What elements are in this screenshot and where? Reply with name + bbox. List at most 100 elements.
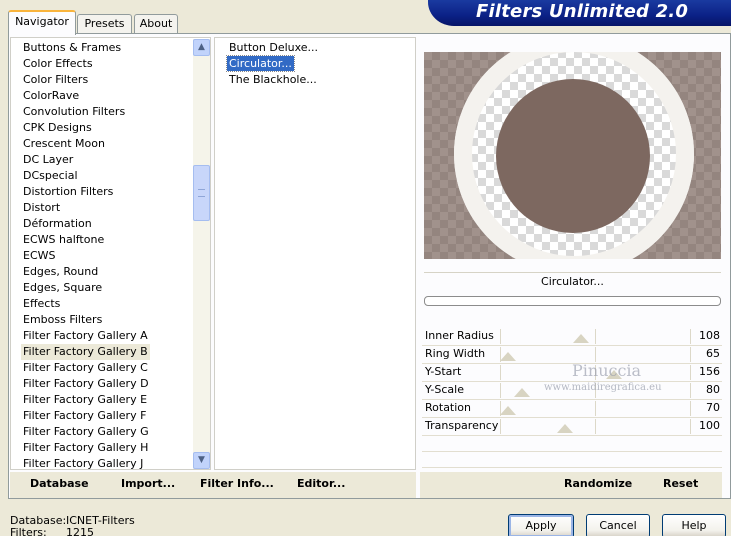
divider [424, 272, 721, 273]
slider-tick [595, 347, 596, 362]
category-item[interactable]: CPK Designs [21, 120, 94, 136]
category-item[interactable]: Emboss Filters [21, 312, 104, 328]
slider-value: 100 [699, 419, 720, 432]
tab-about[interactable]: About [134, 14, 178, 34]
import-button[interactable]: Import... [121, 477, 175, 491]
filter-item[interactable]: Circulator... [226, 55, 295, 72]
filter-item[interactable]: Button Deluxe... [227, 40, 320, 55]
apply-button[interactable]: Apply [508, 514, 574, 536]
slider-value: 156 [699, 365, 720, 378]
slider-tick [595, 329, 596, 344]
preview-image [424, 52, 721, 259]
database-button[interactable]: Database [30, 477, 89, 491]
category-item[interactable]: Filter Factory Gallery J [21, 456, 145, 469]
empty-slider-row [422, 452, 722, 468]
category-item[interactable]: Filter Factory Gallery E [21, 392, 149, 408]
chevron-down-icon: ▼ [198, 455, 205, 465]
reset-button[interactable]: Reset [663, 477, 698, 491]
slider-label: Y-Scale [425, 383, 464, 396]
filters-label: Filters: [10, 526, 47, 536]
category-item[interactable]: ECWS halftone [21, 232, 106, 248]
slider-value: 70 [706, 401, 720, 414]
category-item[interactable]: Filter Factory Gallery D [21, 376, 151, 392]
slider-tick [690, 383, 691, 398]
chevron-up-icon: ▲ [198, 42, 205, 52]
category-item[interactable]: Color Filters [21, 72, 90, 88]
slider-tick [500, 419, 501, 434]
slider-row[interactable]: Transparency 100 [422, 418, 722, 436]
slider-tick [500, 329, 501, 344]
category-scrollbar[interactable]: ▲ ▼ [193, 39, 210, 469]
slider-label: Y-Start [425, 365, 462, 378]
slider-thumb[interactable] [573, 334, 589, 343]
empty-slider-row [422, 436, 722, 452]
slider-tick [690, 419, 691, 434]
watermark-name: Pinuccia [572, 361, 642, 380]
category-list[interactable]: Buttons & Frames Color Effects Color Filte… [10, 37, 211, 470]
category-item[interactable]: Filter Factory Gallery G [21, 424, 151, 440]
category-item[interactable]: Distortion Filters [21, 184, 115, 200]
filter-list[interactable]: Button Deluxe... Circulator... The Blackho… [214, 37, 416, 470]
category-item[interactable]: Buttons & Frames [21, 40, 123, 56]
status-area: Database:ICNET-Filters Filters: 1215 [10, 515, 135, 536]
app-title: Filters Unlimited 2.0 [476, 1, 689, 22]
slider-tick [595, 419, 596, 434]
slider-thumb[interactable] [514, 388, 530, 397]
slider-tick [690, 329, 691, 344]
editor-button[interactable]: Editor... [297, 477, 345, 491]
tab-navigator[interactable]: Navigator [8, 10, 76, 35]
category-item[interactable]: Distort [21, 200, 62, 216]
filter-info-button[interactable]: Filter Info... [200, 477, 274, 491]
category-item[interactable]: ColorRave [21, 88, 81, 104]
filter-item[interactable]: The Blackhole... [227, 72, 319, 87]
slider-tick [690, 365, 691, 380]
preview-disc [496, 79, 650, 233]
randomize-button[interactable]: Randomize [564, 477, 632, 491]
category-item[interactable]: Convolution Filters [21, 104, 127, 120]
slider-track[interactable] [500, 418, 691, 435]
slider-thumb[interactable] [500, 406, 516, 415]
category-item[interactable]: Filter Factory Gallery H [21, 440, 150, 456]
slider-track[interactable] [500, 400, 691, 417]
help-button[interactable]: Help [662, 514, 726, 536]
slider-tick [595, 401, 596, 416]
scroll-thumb[interactable] [193, 165, 210, 221]
category-item[interactable]: Crescent Moon [21, 136, 107, 152]
slider-track[interactable] [500, 328, 691, 345]
category-item[interactable]: Filter Factory Gallery F [21, 408, 148, 424]
category-item[interactable]: Déformation [21, 216, 94, 232]
category-item[interactable]: Edges, Round [21, 264, 100, 280]
slider-label: Inner Radius [425, 329, 494, 342]
category-item[interactable]: Filter Factory Gallery B [21, 344, 150, 360]
scroll-down-button[interactable]: ▼ [193, 452, 210, 469]
category-item[interactable]: DC Layer [21, 152, 75, 168]
scroll-up-button[interactable]: ▲ [193, 39, 210, 56]
category-item[interactable]: Edges, Square [21, 280, 104, 296]
category-item[interactable]: ECWS [21, 248, 58, 264]
progress-bar [424, 296, 721, 306]
category-item[interactable]: Color Effects [21, 56, 95, 72]
slider-value: 65 [706, 347, 720, 360]
tab-presets[interactable]: Presets [77, 14, 132, 34]
category-item[interactable]: DCspecial [21, 168, 80, 184]
slider-label: Rotation [425, 401, 472, 414]
slider-thumb[interactable] [500, 352, 516, 361]
watermark-url: www.maidiregrafica.eu [544, 382, 662, 393]
slider-label: Ring Width [425, 347, 486, 360]
slider-tick [690, 347, 691, 362]
grip-icon [198, 189, 205, 197]
slider-row[interactable]: Inner Radius 108 [422, 328, 722, 346]
right-toolbar: Randomize Reset [420, 472, 722, 498]
filters-count: 1215 [66, 526, 94, 536]
slider-tick [500, 383, 501, 398]
slider-label: Transparency [425, 419, 499, 432]
slider-tick [500, 365, 501, 380]
slider-thumb[interactable] [557, 424, 573, 433]
slider-row[interactable]: Rotation 70 [422, 400, 722, 418]
slider-value: 80 [706, 383, 720, 396]
left-toolbar: Database Import... Filter Info... Editor… [10, 472, 416, 498]
category-item[interactable]: Filter Factory Gallery A [21, 328, 150, 344]
category-item[interactable]: Effects [21, 296, 62, 312]
cancel-button[interactable]: Cancel [586, 514, 650, 536]
category-item[interactable]: Filter Factory Gallery C [21, 360, 150, 376]
